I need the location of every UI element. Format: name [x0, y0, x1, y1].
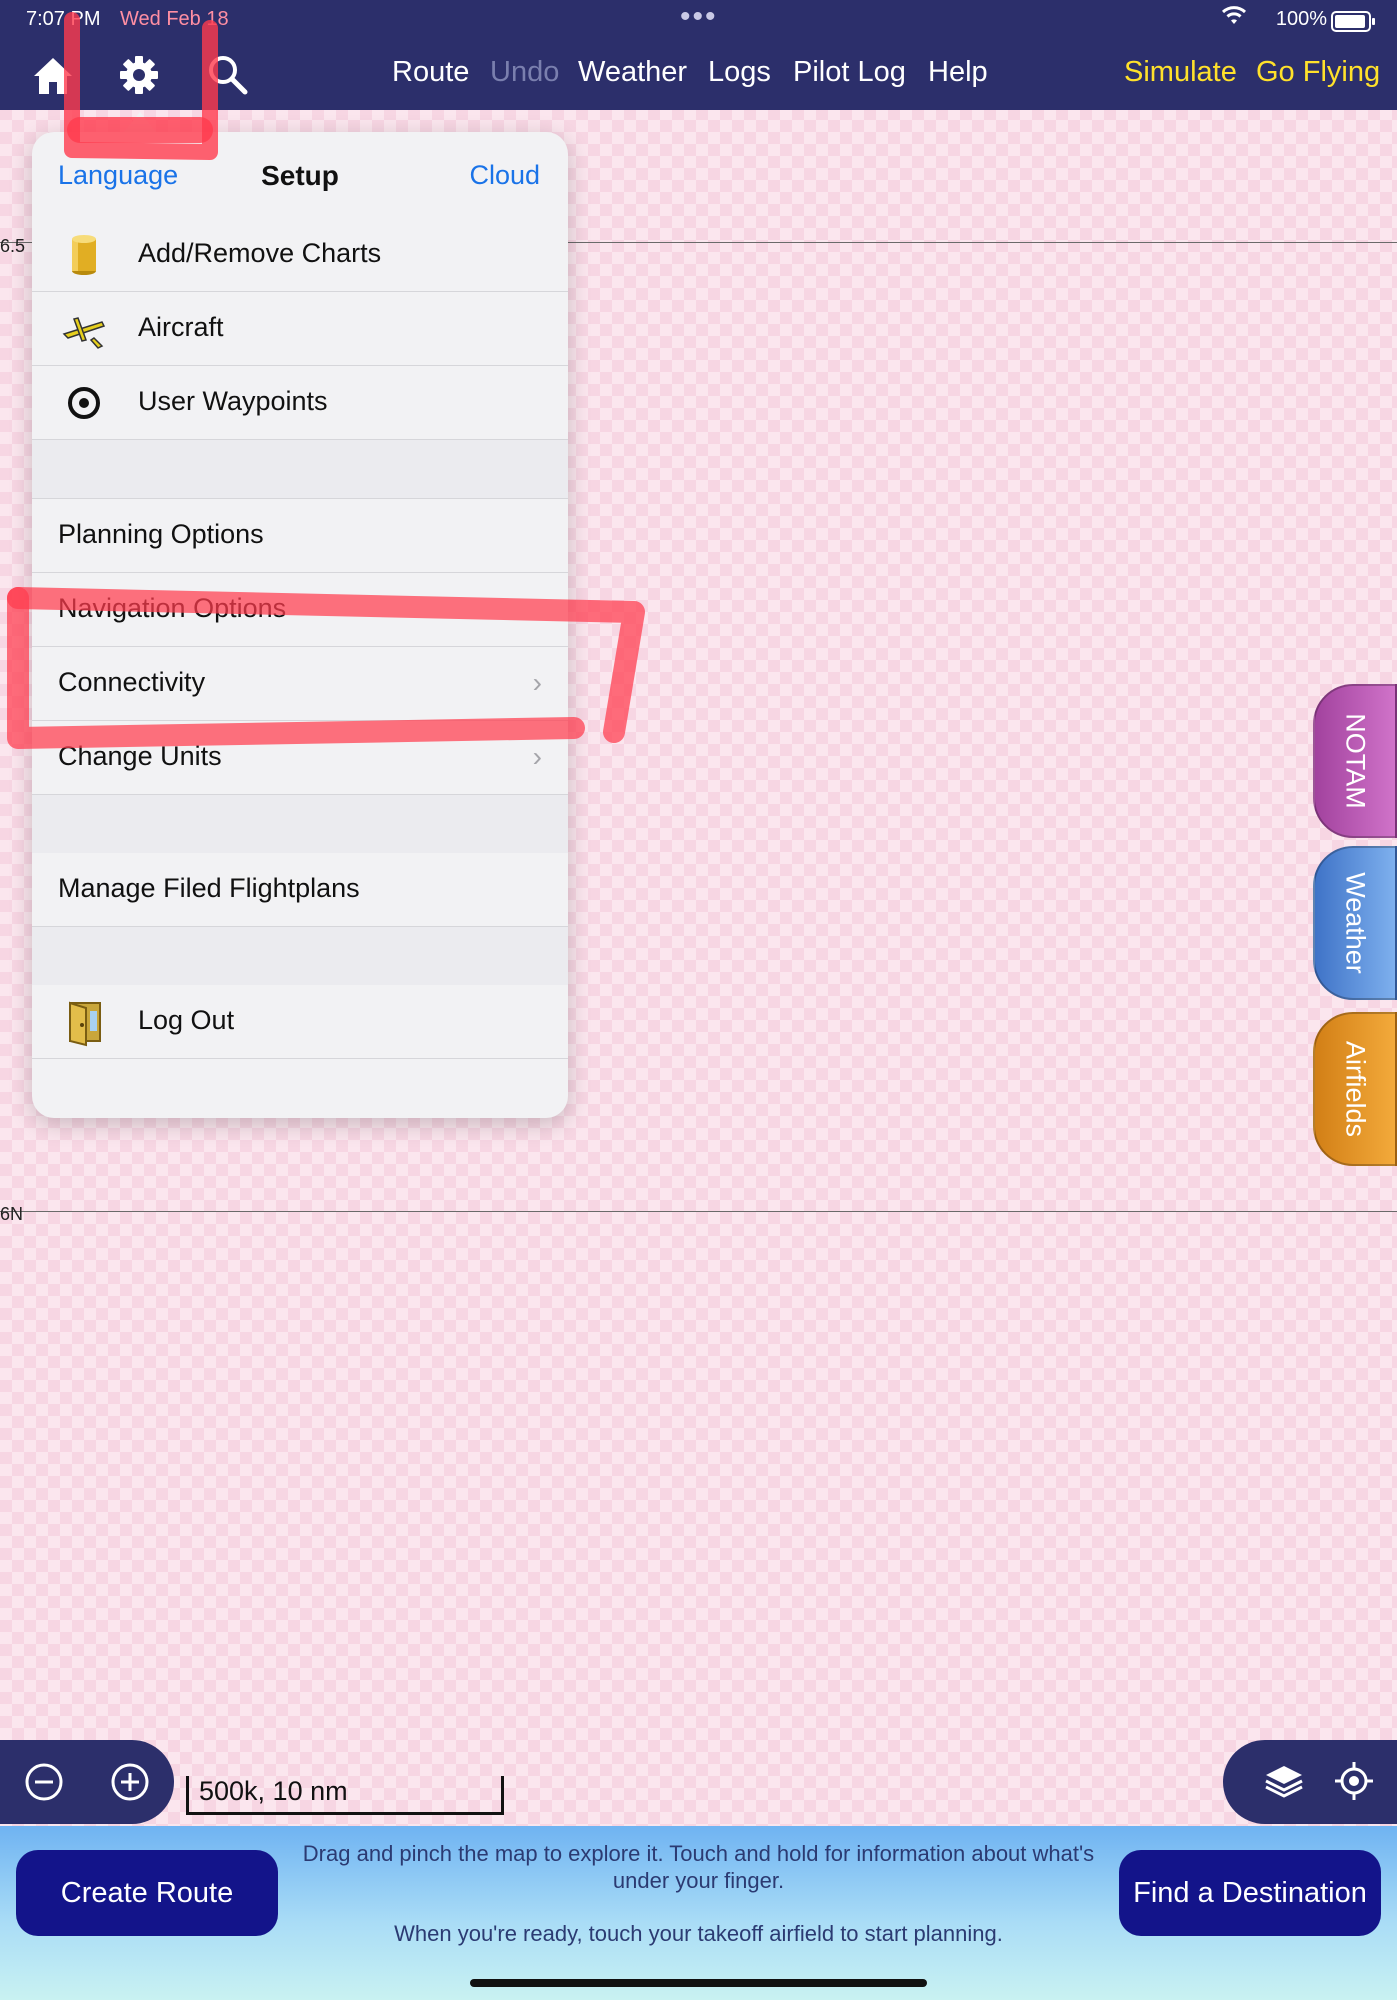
- tab-notam[interactable]: NOTAM: [1313, 684, 1397, 838]
- menu-item-planning-options[interactable]: Planning Options: [32, 499, 568, 573]
- chart-cylinder-icon: [72, 235, 96, 275]
- latitude-label: 6.5: [0, 236, 26, 256]
- map-scale-label: 500k, 10 nm: [199, 1776, 348, 1806]
- setup-popover: Setup Language Cloud Add/Remove Charts A…: [32, 132, 568, 1118]
- menu-item-label: Planning Options: [58, 519, 264, 549]
- menu-item-label: Log Out: [138, 1005, 235, 1035]
- setup-header: Setup Language Cloud: [32, 132, 568, 219]
- popover-caret: [124, 112, 156, 132]
- status-time: 7:07 PM: [26, 8, 101, 30]
- menu-item-manage-filed-flightplans[interactable]: Manage Filed Flightplans: [32, 853, 568, 927]
- gear-icon[interactable]: [116, 52, 162, 98]
- nav-undo[interactable]: Undo: [490, 56, 559, 89]
- nav-go-flying[interactable]: Go Flying: [1256, 56, 1380, 89]
- menu-item-label: Navigation Options: [58, 593, 287, 623]
- menu-item-connectivity[interactable]: Connectivity ›: [32, 647, 568, 721]
- search-icon[interactable]: [204, 52, 250, 98]
- menu-item-user-waypoints[interactable]: User Waypoints: [32, 366, 568, 440]
- nav-weather[interactable]: Weather: [578, 56, 687, 89]
- multitasking-dots-icon[interactable]: •••: [680, 0, 718, 34]
- nav-pilot-log[interactable]: Pilot Log: [793, 56, 906, 89]
- find-destination-button[interactable]: Find a Destination: [1119, 1850, 1381, 1936]
- zoom-out-icon[interactable]: [22, 1760, 66, 1804]
- locate-me-icon[interactable]: [1331, 1758, 1377, 1804]
- menu-item-navigation-options[interactable]: Navigation Options: [32, 573, 568, 647]
- latitude-line: [0, 1211, 1397, 1212]
- tab-weather-label: Weather: [1340, 872, 1371, 974]
- logout-door-icon: [69, 1001, 101, 1047]
- waypoint-icon: [68, 387, 100, 419]
- nav-help[interactable]: Help: [928, 56, 988, 89]
- create-route-button[interactable]: Create Route: [16, 1850, 278, 1936]
- nav-logs[interactable]: Logs: [708, 56, 771, 89]
- zoom-in-icon[interactable]: [108, 1760, 152, 1804]
- home-indicator[interactable]: [470, 1979, 927, 1987]
- tab-weather[interactable]: Weather: [1313, 846, 1397, 1000]
- menu-item-label: Change Units: [58, 741, 222, 771]
- menu-spacer: [32, 795, 568, 854]
- menu-item-label: Aircraft: [138, 312, 224, 342]
- layers-icon[interactable]: [1261, 1758, 1307, 1804]
- menu-item-label: Manage Filed Flightplans: [58, 873, 360, 903]
- tab-airfields-label: Airfields: [1340, 1040, 1371, 1138]
- top-toolbar: 7:07 PM Wed Feb 18 ••• 100% Route Undo W…: [0, 0, 1397, 110]
- wifi-icon: [1221, 6, 1247, 24]
- map-hint-text: Drag and pinch the map to explore it. To…: [302, 1841, 1095, 1893]
- home-icon[interactable]: [30, 52, 76, 98]
- menu-item-log-out[interactable]: Log Out: [32, 985, 568, 1059]
- tab-notam-label: NOTAM: [1340, 713, 1371, 809]
- status-date: Wed Feb 18: [120, 8, 229, 30]
- tab-airfields[interactable]: Airfields: [1313, 1012, 1397, 1166]
- menu-item-add-remove-charts[interactable]: Add/Remove Charts: [32, 218, 568, 292]
- menu-item-aircraft[interactable]: Aircraft: [32, 292, 568, 366]
- battery-percent: 100%: [1275, 8, 1327, 30]
- latitude-label: 6N: [0, 1204, 24, 1224]
- bottom-action-bar: Create Route Drag and pinch the map to e…: [0, 1826, 1397, 2000]
- chevron-right-icon: ›: [532, 667, 542, 698]
- nav-simulate[interactable]: Simulate: [1124, 56, 1237, 89]
- map-controls: [1223, 1740, 1397, 1824]
- menu-spacer: [32, 927, 568, 986]
- aircraft-icon: [62, 317, 106, 349]
- map-scale-bar: 500k, 10 nm: [186, 1776, 504, 1815]
- battery-icon: [1331, 11, 1375, 32]
- menu-item-change-units[interactable]: Change Units ›: [32, 721, 568, 795]
- menu-item-label: Connectivity: [58, 667, 206, 697]
- map-hint-text-2: When you're ready, touch your takeoff ai…: [394, 1921, 1003, 1946]
- menu-item-label: Add/Remove Charts: [138, 238, 382, 268]
- zoom-controls: [0, 1740, 174, 1824]
- menu-spacer: [32, 440, 568, 499]
- chevron-right-icon: ›: [532, 741, 542, 772]
- language-button[interactable]: Language: [58, 160, 178, 191]
- menu-item-label: User Waypoints: [138, 386, 328, 416]
- cloud-button[interactable]: Cloud: [469, 160, 540, 191]
- nav-route[interactable]: Route: [392, 56, 469, 89]
